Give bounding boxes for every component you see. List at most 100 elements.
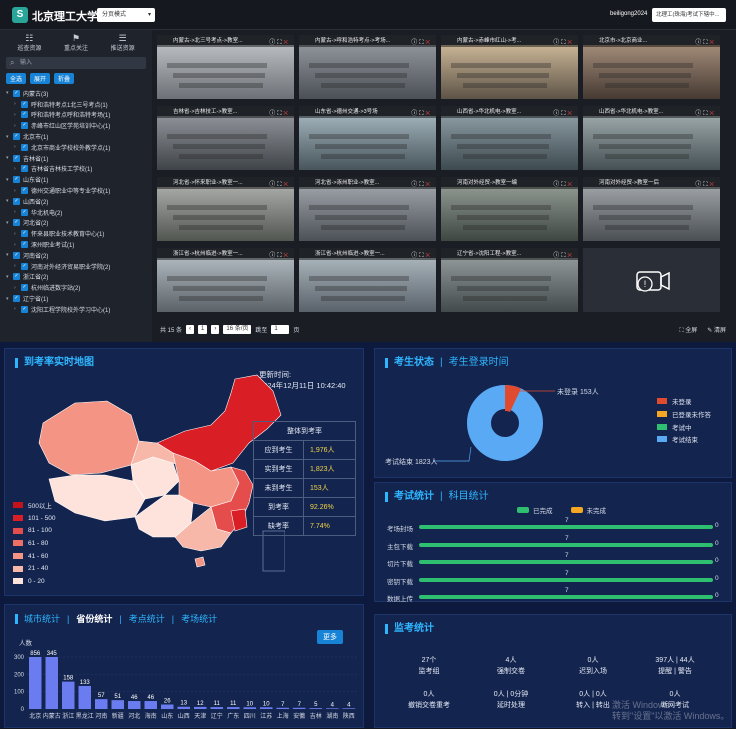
close-icon[interactable]: ✕: [567, 253, 574, 259]
close-icon[interactable]: ✕: [709, 182, 716, 188]
checkbox[interactable]: ✓: [21, 208, 28, 216]
close-icon[interactable]: ✕: [425, 40, 432, 46]
camera-tile[interactable]: 河北省->怀来职业->教室一... ⓘ⛶✕: [157, 177, 294, 241]
goto-input[interactable]: 1: [271, 324, 290, 334]
tab-subject[interactable]: 科目统计: [449, 491, 489, 502]
tree-node[interactable]: › ✓ 德州交通职业中等专业学校(1): [6, 185, 148, 196]
checkbox[interactable]: ✓: [13, 133, 20, 141]
tree-node[interactable]: › ✓ 吉林省吉林技工学校(1): [6, 164, 148, 175]
chevron-right-icon[interactable]: ›: [14, 101, 20, 107]
tree-node[interactable]: ▾ ✓ 河南省(2): [6, 250, 148, 261]
region-tab[interactable]: 省份统计: [76, 614, 112, 624]
checkbox[interactable]: ✓: [13, 295, 20, 303]
checkbox[interactable]: ✓: [21, 122, 28, 130]
tab-2[interactable]: ☰ 推送资源: [99, 32, 146, 53]
camera-tile[interactable]: 山西省->华北机电->教室... ⓘ⛶✕: [583, 106, 720, 170]
chevron-right-icon[interactable]: ›: [14, 112, 20, 118]
checkbox[interactable]: ✓: [13, 154, 20, 162]
school-select[interactable]: 北理工(珠海)考试下辖中...: [652, 8, 726, 22]
tree-node[interactable]: ▾ ✓ 山东省(1): [6, 174, 148, 185]
chevron-down-icon[interactable]: ▾: [6, 274, 12, 280]
tree-node[interactable]: › ✓ 赤峰市红山区学苑培训中心(1): [6, 120, 148, 131]
tree-action-button[interactable]: 折叠: [54, 73, 75, 84]
chevron-down-icon[interactable]: ▾: [6, 296, 12, 302]
close-icon[interactable]: ✕: [283, 111, 290, 117]
chevron-down-icon[interactable]: ▾: [6, 90, 12, 96]
tree-node[interactable]: › ✓ 呼和浩特考点1北三号考点(1): [6, 99, 148, 110]
chevron-right-icon[interactable]: ›: [14, 188, 20, 194]
camera-tile[interactable]: 河南对外经贸->教室一后 ⓘ⛶✕: [583, 177, 720, 241]
region-tab[interactable]: 城市统计: [24, 614, 60, 624]
title-exam[interactable]: 考试统计: [394, 491, 434, 502]
checkbox[interactable]: ✓: [13, 273, 20, 281]
checkbox[interactable]: ✓: [21, 187, 28, 195]
tree-node[interactable]: › ✓ 沈阳工程学院校外学习中心(1): [6, 304, 148, 315]
mode-select[interactable]: 分页模式 ▾: [97, 8, 155, 22]
camera-tile[interactable]: 吉林省->吉林技工->教室... ⓘ⛶✕: [157, 106, 294, 170]
camera-tile[interactable]: 内蒙古->北三号考点->教室... ⓘ⛶✕: [157, 35, 294, 99]
tree-node[interactable]: › ✓ 呼和浩特考点呼和浩特考场(1): [6, 110, 148, 121]
chevron-right-icon[interactable]: ›: [14, 306, 20, 312]
close-icon[interactable]: ✕: [425, 253, 432, 259]
chevron-down-icon[interactable]: ▾: [6, 177, 12, 183]
per-page-select[interactable]: 16 条/页: [223, 324, 252, 334]
close-icon[interactable]: ✕: [709, 40, 716, 46]
tree-node[interactable]: › ✓ 涿州职业考试(1): [6, 239, 148, 250]
tree-node[interactable]: › ✓ 河南对外经济贸易职业学院(2): [6, 261, 148, 272]
chevron-right-icon[interactable]: ›: [14, 123, 20, 129]
tree-node[interactable]: ▾ ✓ 辽宁省(1): [6, 293, 148, 304]
close-icon[interactable]: ✕: [567, 40, 574, 46]
chevron-down-icon[interactable]: ▾: [6, 134, 12, 140]
tab-1[interactable]: ⚑ 重点关注: [53, 32, 100, 53]
close-icon[interactable]: ✕: [425, 111, 432, 117]
chevron-right-icon[interactable]: ›: [14, 166, 20, 172]
next-page-button[interactable]: ›: [211, 324, 220, 334]
region-tab[interactable]: 考场统计: [181, 614, 217, 624]
checkbox[interactable]: ✓: [13, 219, 20, 227]
tree-node[interactable]: ▾ ✓ 吉林省(1): [6, 153, 148, 164]
close-icon[interactable]: ✕: [567, 111, 574, 117]
camera-tile[interactable]: 浙江省->杭州临进->教室一... ⓘ⛶✕: [299, 248, 436, 312]
checkbox[interactable]: ✓: [13, 251, 20, 259]
chevron-down-icon[interactable]: ▾: [6, 252, 12, 258]
chevron-down-icon[interactable]: ▾: [6, 198, 12, 204]
tree-action-button[interactable]: 全选: [6, 73, 27, 84]
close-icon[interactable]: ✕: [283, 253, 290, 259]
tree-node[interactable]: ▾ ✓ 山西省(2): [6, 196, 148, 207]
title-status[interactable]: 考生状态: [394, 357, 434, 368]
camera-tile[interactable]: 河南对外经贸->教室一编 ⓘ⛶✕: [441, 177, 578, 241]
prev-page-button[interactable]: ‹: [186, 324, 195, 334]
more-button[interactable]: 更多: [317, 630, 343, 644]
region-tab[interactable]: 考点统计: [129, 614, 165, 624]
checkbox[interactable]: ✓: [21, 100, 28, 108]
chevron-right-icon[interactable]: ›: [14, 285, 20, 291]
close-icon[interactable]: ✕: [283, 40, 290, 46]
checkbox[interactable]: ✓: [13, 197, 20, 205]
chevron-down-icon[interactable]: ▾: [6, 155, 12, 161]
tab-login-time[interactable]: 考生登录时间: [449, 357, 509, 368]
camera-tile[interactable]: 辽宁省->沈阳工程->教室... ⓘ⛶✕: [441, 248, 578, 312]
tree-node[interactable]: ▾ ✓ 河北省(2): [6, 218, 148, 229]
checkbox[interactable]: ✓: [21, 262, 28, 270]
close-icon[interactable]: ✕: [283, 182, 290, 188]
chevron-right-icon[interactable]: ›: [14, 144, 20, 150]
chevron-right-icon[interactable]: ›: [14, 263, 20, 269]
tree-node[interactable]: ▾ ✓ 浙江省(2): [6, 272, 148, 283]
checkbox[interactable]: ✓: [21, 165, 28, 173]
close-icon[interactable]: ✕: [567, 182, 574, 188]
camera-tile[interactable]: 内蒙古->赤峰市红山->考... ⓘ⛶✕: [441, 35, 578, 99]
close-icon[interactable]: ✕: [425, 182, 432, 188]
tab-0[interactable]: ☷ 巡查资源: [6, 32, 53, 53]
checkbox[interactable]: ✓: [21, 241, 28, 249]
camera-tile[interactable]: 河北省->涿州职业->教室... ⓘ⛶✕: [299, 177, 436, 241]
page-number[interactable]: 1: [198, 324, 208, 334]
camera-tile[interactable]: 内蒙古->呼和浩特考点->考场... ⓘ⛶✕: [299, 35, 436, 99]
chevron-down-icon[interactable]: ▾: [6, 220, 12, 226]
chevron-right-icon[interactable]: ›: [14, 209, 20, 215]
tree-node[interactable]: ▾ ✓ 北京市(1): [6, 131, 148, 142]
checkbox[interactable]: ✓: [13, 176, 20, 184]
close-icon[interactable]: ✕: [709, 111, 716, 117]
camera-tile[interactable]: 北京市->北京商业... ⓘ⛶✕: [583, 35, 720, 99]
checkbox[interactable]: ✓: [21, 230, 28, 238]
checkbox[interactable]: ✓: [21, 305, 28, 313]
